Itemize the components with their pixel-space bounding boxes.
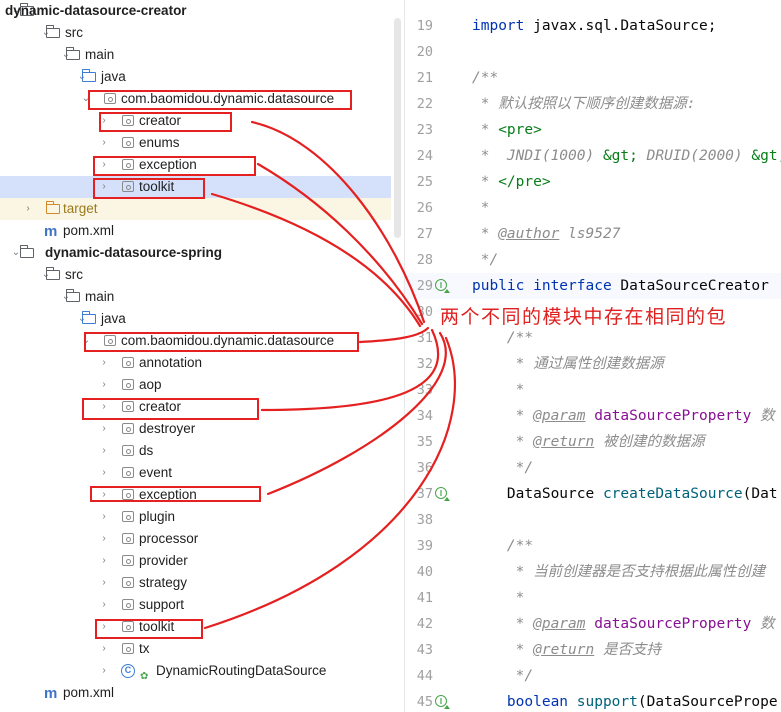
arrow-label-to-spring-creator: [260, 328, 439, 412]
arrow-label-to-spring-toolkit: [203, 336, 456, 630]
arrow-package-to-label: [358, 326, 430, 344]
annotation-arrows: [203, 120, 456, 630]
annotation-label: 两个不同的模块中存在相同的包: [440, 306, 728, 328]
arrow-toolkit-to-label: [210, 192, 422, 328]
arrow-label-to-spring-exception: [266, 331, 447, 496]
arrow-exception-to-label: [256, 162, 424, 326]
